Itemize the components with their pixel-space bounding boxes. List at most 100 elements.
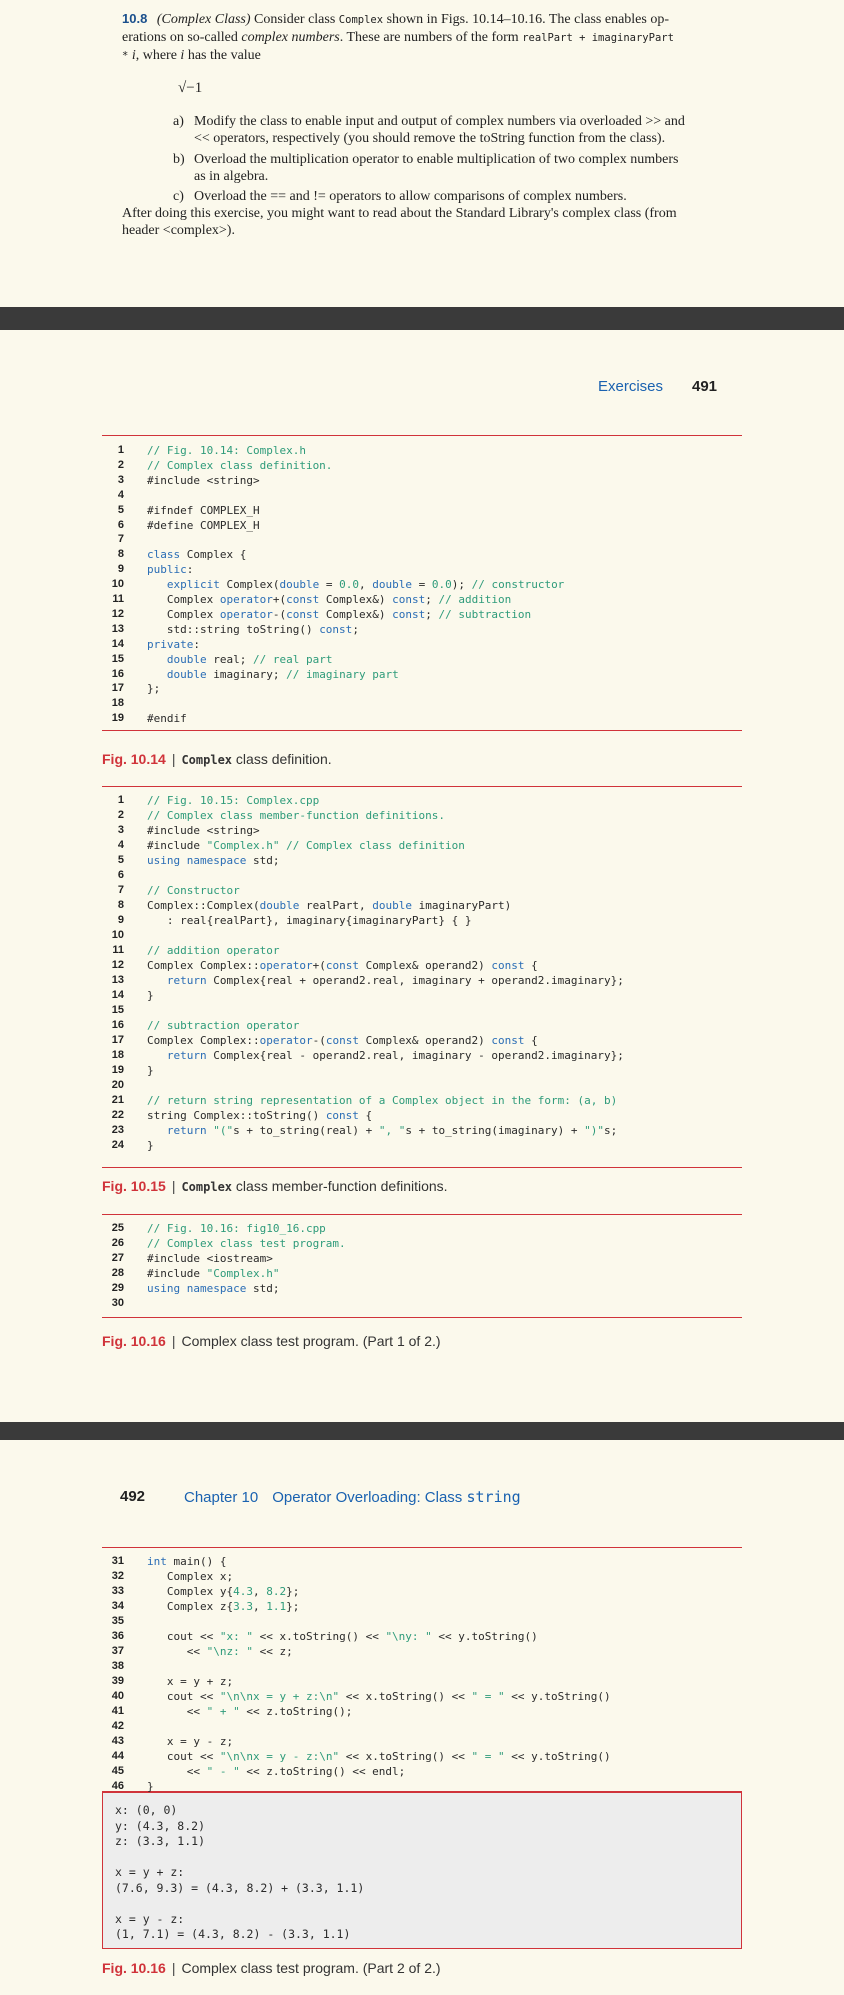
output-line: (7.6, 9.3) = (4.3, 8.2) + (3.3, 1.1) — [115, 1880, 365, 1895]
line-number: 7 — [117, 533, 124, 546]
code-line: Complex z{3.3, 1.1}; — [147, 1600, 300, 1613]
line-number: 10 — [111, 929, 124, 941]
code-line: #include "Complex.h" // Complex class de… — [147, 839, 465, 852]
running-head-chapter: Chapter 10 Operator Overloading: Class st… — [184, 1488, 521, 1506]
code-line: #include <string> — [147, 824, 260, 837]
figure-caption-10-15: Fig. 10.15 | Complex class member-function… — [102, 1178, 448, 1194]
line-number: 1 — [117, 444, 124, 456]
line-number: 16 — [111, 1019, 124, 1031]
line-number: 32 — [111, 1570, 124, 1582]
code-line: // Fig. 10.15: Complex.cpp — [147, 794, 320, 807]
program-output: x: (0, 0) y: (4.3, 8.2) z: (3.3, 1.1) x = y… — [102, 1792, 742, 1949]
line-number: 8 — [117, 899, 124, 911]
line-number: 37 — [111, 1645, 124, 1657]
code-line: #endif — [147, 712, 187, 726]
code-line: Complex operator+(const Complex&) const;… — [147, 593, 512, 606]
line-number: 6 — [117, 518, 124, 531]
line-number: 14 — [111, 637, 124, 650]
line-number: 46 — [111, 1780, 124, 1792]
line-number: 36 — [111, 1630, 124, 1642]
code-line: int main() { — [147, 1555, 227, 1568]
code-line: cout << "x: " << x.toString() << "\ny: "… — [147, 1630, 538, 1643]
line-number: 44 — [111, 1750, 124, 1762]
item-b-label: b) — [173, 152, 185, 167]
code-line: // Fig. 10.16: fig10_16.cpp — [147, 1222, 326, 1235]
line-number: 19 — [111, 712, 124, 725]
line-number: 4 — [117, 839, 124, 851]
code-line: }; — [147, 682, 161, 696]
line-number: 38 — [111, 1660, 124, 1672]
line-number: 12 — [111, 607, 124, 620]
line-number: 17 — [111, 1034, 124, 1046]
line-number: 15 — [111, 652, 124, 665]
exercise-paragraph: 10.8 (Complex Class) Consider class Comp… — [122, 11, 674, 63]
line-number: 6 — [117, 869, 124, 881]
code-line: // Complex class definition. — [147, 458, 333, 472]
exercise-page: 10.8 (Complex Class) Consider class Comp… — [0, 0, 844, 307]
code-listing-fig-10-16-part1: 25 // Fig. 10.16: fig10_16.cpp 26 // Comple… — [102, 1214, 742, 1318]
output-line: z: (3.3, 1.1) — [115, 1834, 206, 1848]
line-number: 3 — [117, 824, 124, 836]
code-line: #include "Complex.h" — [147, 1267, 280, 1280]
item-c-text: Overload the == and != operators to allo… — [194, 189, 627, 204]
line-number: 5 — [117, 503, 124, 516]
line-number: 13 — [111, 974, 124, 986]
output-line: y: (4.3, 8.2) — [115, 1818, 206, 1833]
line-number: 43 — [111, 1735, 124, 1747]
code-listing-fig-10-15: 1 // Fig. 10.15: Complex.cpp 2 // Complex c… — [102, 786, 742, 1168]
line-number: 35 — [111, 1615, 124, 1627]
line-number: 20 — [111, 1079, 124, 1091]
code-line: // addition operator — [147, 944, 280, 957]
code-line: : real{realPart}, imaginary{imaginaryPar… — [147, 914, 472, 927]
figure-caption-10-16-part2: Fig. 10.16 | Complex class test program. (… — [102, 1960, 441, 1976]
line-number: 28 — [111, 1267, 124, 1279]
code-line: Complex::Complex(double realPart, double… — [147, 899, 512, 912]
code-line: #define COMPLEX_H — [147, 518, 260, 532]
code-line: << "\nz: " << z; — [147, 1645, 293, 1658]
page-491: Exercises 491 1// Fig. 10.14: Complex.h 2… — [0, 330, 844, 1422]
line-number: 42 — [111, 1720, 124, 1732]
item-b-text: Overload the multiplication operator to … — [194, 152, 679, 184]
code-line: // return string representation of a Com… — [147, 1094, 618, 1107]
code-line: x = y + z; — [147, 1675, 234, 1688]
item-a-text: Modify the class to enable input and out… — [194, 114, 685, 146]
code-line: } — [147, 1064, 154, 1077]
sqrt-minus-one: √−1 — [178, 80, 203, 96]
line-number: 40 — [111, 1690, 124, 1702]
line-number: 11 — [112, 944, 124, 956]
line-number: 12 — [111, 959, 124, 971]
page-number: 491 — [692, 378, 718, 395]
code-line: Complex Complex::operator+(const Complex… — [147, 959, 538, 972]
code-listing-fig-10-16-part2-box: 31 int main() {32 Complex x; 33 Complex y{… — [102, 1547, 742, 1793]
code-line: } — [147, 1139, 154, 1152]
line-number: 39 — [111, 1675, 124, 1687]
line-number: 5 — [117, 854, 124, 866]
line-number: 1 — [117, 794, 124, 806]
line-number: 29 — [111, 1282, 124, 1294]
code-line: Complex x; — [147, 1570, 234, 1583]
code-line: #include <string> — [147, 473, 260, 487]
code-line: class Complex { — [147, 548, 247, 562]
code-line: } — [147, 1780, 154, 1793]
line-number: 3 — [117, 473, 124, 486]
line-number: 34 — [111, 1600, 124, 1612]
code-line: // subtraction operator — [147, 1019, 300, 1032]
line-number: 2 — [117, 809, 124, 821]
line-number: 18 — [111, 1049, 124, 1061]
output-line: x = y - z: — [115, 1911, 185, 1926]
output-line: x: (0, 0) — [115, 1803, 178, 1817]
code-line: << " - " << z.toString() << endl; — [147, 1765, 406, 1778]
code-line: private: — [147, 637, 200, 651]
line-number: 23 — [111, 1124, 124, 1136]
line-number: 22 — [111, 1109, 124, 1121]
code-line: explicit Complex(double = 0.0, double = … — [166, 578, 565, 592]
line-number: 19 — [111, 1064, 124, 1076]
line-number: 16 — [111, 667, 124, 680]
output-line: x = y + z: — [115, 1865, 185, 1879]
code-line: cout << "\n\nx = y - z:\n" << x.toString… — [147, 1750, 611, 1763]
code-line: x = y - z; — [147, 1735, 234, 1748]
line-number: 33 — [111, 1585, 124, 1597]
page-number: 492 — [120, 1488, 146, 1505]
line-number: 45 — [111, 1765, 124, 1777]
code-line: return Complex{real + operand2.real, ima… — [166, 974, 624, 987]
